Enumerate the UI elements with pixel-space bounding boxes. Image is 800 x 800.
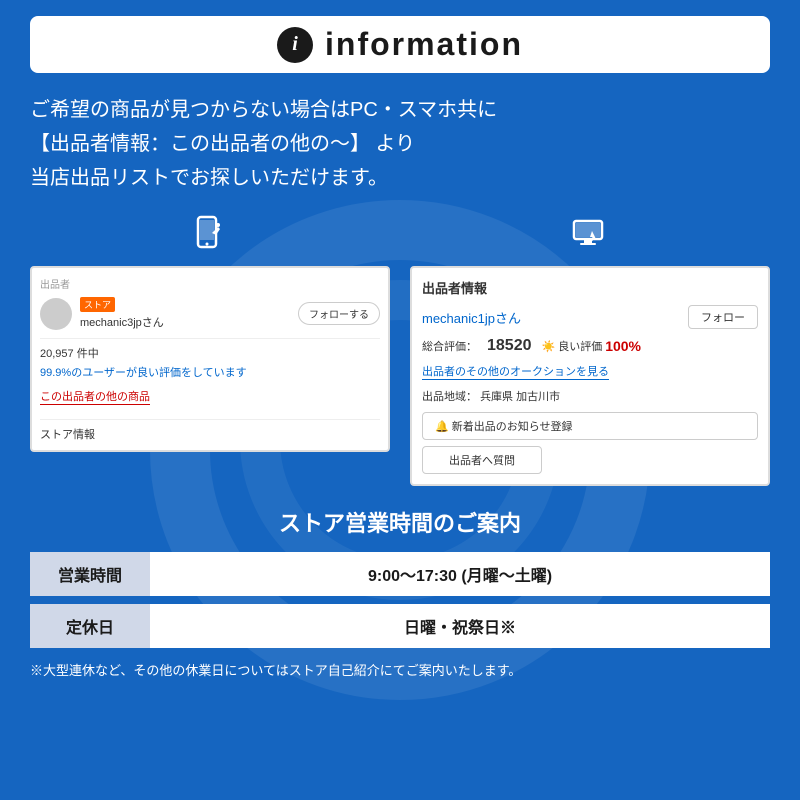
- mobile-screen: 出品者 ストア mechanic3jpさん フォローする 20,957 件中 9…: [30, 266, 390, 452]
- mobile-seller-name: mechanic3jpさん: [80, 314, 164, 330]
- mobile-avatar: [40, 298, 72, 330]
- pc-auction-link[interactable]: 出品者のその他のオークションを見る: [422, 363, 609, 380]
- mobile-count: 20,957 件中: [40, 345, 380, 361]
- info-icon: i: [277, 27, 313, 63]
- mobile-other-link[interactable]: この出品者の他の商品: [40, 388, 150, 405]
- main-container: i information ご希望の商品が見つからない場合はPC・スマホ共に 【…: [0, 0, 800, 695]
- pc-device-icon: [410, 215, 770, 260]
- hours-table: 営業時間 9:00〜17:30 (月曜〜土曜) 定休日 日曜・祝祭日※: [30, 552, 770, 648]
- screenshots-row: 出品者 ストア mechanic3jpさん フォローする 20,957 件中 9…: [30, 215, 770, 486]
- pc-rating-row: 総合評価： 18520 ☀️ 良い評価 100%: [422, 337, 758, 355]
- pc-seller-row: mechanic1jpさん フォロー: [422, 305, 758, 329]
- mobile-store-info: ストア情報: [40, 426, 380, 442]
- hours-label-1: 定休日: [30, 604, 150, 648]
- hours-label-0: 営業時間: [30, 552, 150, 596]
- mobile-follow-button[interactable]: フォローする: [298, 302, 380, 325]
- pc-location-label: 出品地域：: [422, 391, 477, 403]
- hours-row-1: 定休日 日曜・祝祭日※: [30, 604, 770, 648]
- pc-seller-name: mechanic1jpさん: [422, 308, 521, 327]
- main-text-line1: ご希望の商品が見つからない場合はPC・スマホ共に: [30, 93, 770, 127]
- pc-rating-label: 総合評価：: [422, 338, 477, 354]
- pc-location: 兵庫県 加古川市: [480, 391, 560, 403]
- pc-notification-button[interactable]: 🔔 新着出品のお知らせ登録: [422, 412, 758, 440]
- mobile-store-badge: ストア: [80, 297, 115, 312]
- mobile-seller-info: ストア mechanic3jpさん: [80, 297, 164, 330]
- pc-good-rating: ☀️ 良い評価 100%: [542, 338, 642, 354]
- pc-location-row: 出品地域： 兵庫県 加古川市: [422, 388, 758, 404]
- mobile-seller-row: ストア mechanic3jpさん フォローする: [40, 297, 380, 330]
- hours-value-0: 9:00〜17:30 (月曜〜土曜): [150, 552, 770, 596]
- store-hours-title: ストア営業時間のご案内: [30, 506, 770, 538]
- mobile-divider: [40, 338, 380, 339]
- hours-note: ※大型連休など、その他の休業日についてはストア自己紹介にてご案内いたします。: [30, 660, 770, 679]
- sun-icon: ☀️: [542, 340, 556, 353]
- hours-row-0: 営業時間 9:00〜17:30 (月曜〜土曜): [30, 552, 770, 596]
- pc-good-pct: 100%: [605, 338, 641, 354]
- info-header: i information: [30, 16, 770, 73]
- main-text-line3: 当店出品リストでお探しいただけます。: [30, 161, 770, 195]
- mobile-device-icon: [30, 215, 390, 260]
- mobile-divider2: [40, 419, 380, 420]
- mobile-seller-left: ストア mechanic3jpさん: [40, 297, 164, 330]
- pc-good-label: 良い評価: [558, 338, 602, 354]
- pc-rating-num: 18520: [487, 337, 532, 355]
- store-hours-section: ストア営業時間のご案内 営業時間 9:00〜17:30 (月曜〜土曜) 定休日 …: [30, 506, 770, 679]
- mobile-rating-text: 99.9%のユーザーが良い評価をしています: [40, 364, 380, 380]
- main-description: ご希望の商品が見つからない場合はPC・スマホ共に 【出品者情報：この出品者の他の…: [30, 93, 770, 195]
- mobile-screenshot-wrapper: 出品者 ストア mechanic3jpさん フォローする 20,957 件中 9…: [30, 215, 390, 452]
- pc-section-title: 出品者情報: [422, 278, 758, 297]
- mobile-section-label: 出品者: [40, 276, 380, 291]
- pc-screenshot-wrapper: 出品者情報 mechanic1jpさん フォロー 総合評価： 18520 ☀️ …: [410, 215, 770, 486]
- info-title: information: [325, 26, 523, 63]
- pc-follow-button[interactable]: フォロー: [688, 305, 758, 329]
- pc-screen: 出品者情報 mechanic1jpさん フォロー 総合評価： 18520 ☀️ …: [410, 266, 770, 486]
- main-text-line2: 【出品者情報：この出品者の他の〜】 より: [30, 127, 770, 161]
- pc-question-button[interactable]: 出品者へ質問: [422, 446, 542, 474]
- hours-value-1: 日曜・祝祭日※: [150, 604, 770, 648]
